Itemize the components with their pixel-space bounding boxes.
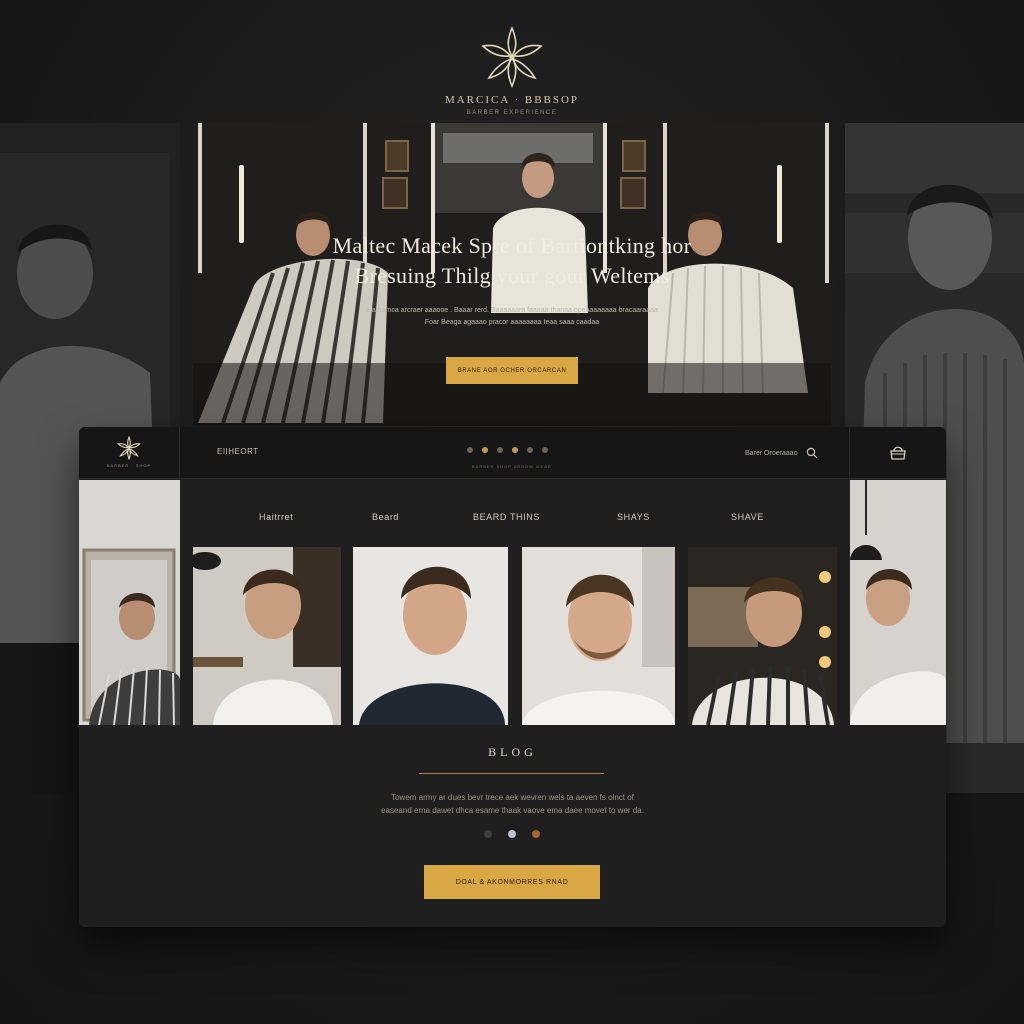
blog-divider [419, 773, 604, 774]
hero-title-line1: Maltec Macek Spre of Bartiontking hor [332, 233, 692, 258]
category-nav: Haitrret Beard BEARD THINS SHAYS SHAVE [79, 512, 946, 526]
gallery-photo[interactable] [522, 547, 675, 725]
category-shave[interactable]: SHAVE [731, 512, 764, 522]
nav-under-text: BARBER SHOP ARROW MEAR [472, 464, 552, 469]
main-panel: BARBER · SHOP EIIHEORT BARBER SHOP ARROW… [79, 427, 946, 927]
blog-text-line2: easeand erna dawet dhca esame thaak vaov… [381, 806, 644, 815]
nav-flower-icon [117, 435, 141, 461]
category-beard-thins[interactable]: BEARD THINS [473, 512, 540, 522]
nav-dots [467, 447, 548, 453]
carousel-dot[interactable] [532, 830, 540, 838]
hero-title-line2: Bresuing Thilg your gour Weltems [354, 263, 670, 288]
cart-button[interactable] [849, 427, 946, 479]
category-beard[interactable]: Beard [372, 512, 399, 522]
nav-dot[interactable] [497, 447, 503, 453]
brand-name: MARCICA · BBBSOP [444, 94, 580, 106]
blog-text-line1: Towem army ar dues bevr trece aek wevren… [391, 793, 634, 802]
hero-cta-button[interactable]: BRANE AOR OCHER ORCARCAN [446, 357, 578, 384]
hero-section: Maltec Macek Spre of Bartiontking hor Br… [193, 123, 831, 426]
gallery-photo[interactable] [193, 547, 341, 725]
nav-dot[interactable] [542, 447, 548, 453]
hero-subtitle-line1: a afaamca arcraer aaaooe . Baaar rerd. B… [366, 307, 658, 314]
search-icon[interactable] [806, 447, 818, 459]
blog-title: BLOG [488, 745, 537, 759]
brand-flower-icon[interactable] [477, 22, 547, 92]
gallery-photo[interactable] [688, 547, 837, 725]
nav-logo[interactable]: BARBER · SHOP [79, 427, 180, 479]
blog-text: Towem army ar dues bevr trece aek wevren… [79, 791, 946, 817]
top-nav: BARBER · SHOP EIIHEORT BARBER SHOP ARROW… [79, 427, 946, 479]
brand-header: MARCICA · BBBSOP BARBER EXPERIENCE [0, 22, 1024, 116]
hero-subtitle-line2: Foar Beaga agaaao pracor aaaaaaaa teaa s… [424, 319, 600, 326]
nav-dot[interactable] [467, 447, 473, 453]
cart-icon [890, 446, 906, 460]
gallery-photo[interactable] [353, 547, 508, 725]
nav-dot[interactable] [512, 447, 518, 453]
nav-search[interactable]: Barer Oroeraaao [745, 447, 818, 459]
nav-dot[interactable] [482, 447, 488, 453]
search-label[interactable]: Barer Oroeraaao [745, 450, 798, 457]
nav-dot[interactable] [527, 447, 533, 453]
blog-carousel-dots [484, 830, 540, 838]
hero-text: Maltec Macek Spre of Bartiontking hor Br… [193, 231, 831, 329]
category-haircut[interactable]: Haitrret [259, 512, 293, 522]
blog-cta-button[interactable]: DOAL & AKONMORRES RNAD [424, 865, 600, 899]
nav-section-link[interactable]: EIIHEORT [217, 447, 259, 456]
nav-logo-text: BARBER · SHOP [106, 463, 152, 468]
category-shays[interactable]: SHAYS [617, 512, 650, 522]
brand-tagline: BARBER EXPERIENCE [466, 110, 558, 116]
carousel-dot-active[interactable] [508, 830, 516, 838]
carousel-dot[interactable] [484, 830, 492, 838]
